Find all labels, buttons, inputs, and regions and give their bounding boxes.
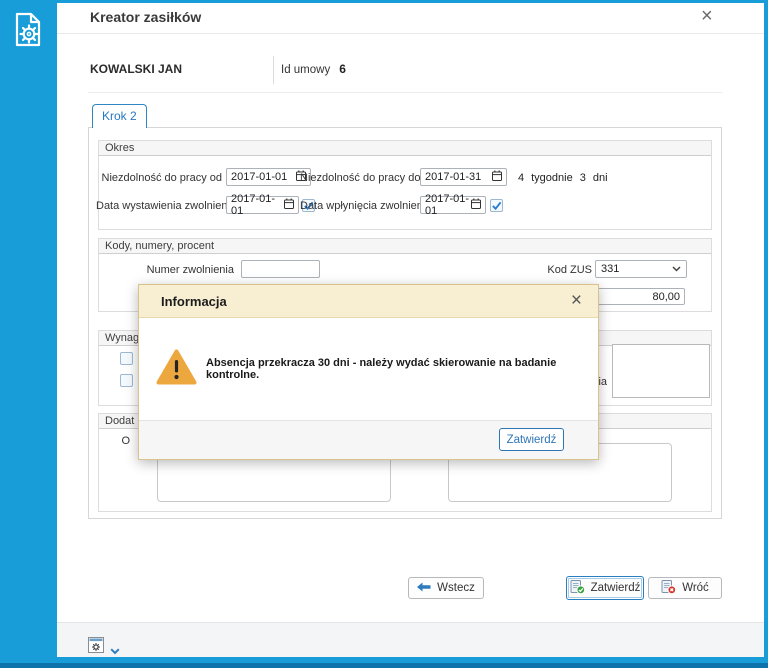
chevron-down-icon <box>672 263 681 275</box>
contract-id-label: Id umowy <box>281 64 330 76</box>
confirm-button-label: Zatwierdź <box>591 582 641 594</box>
warning-triangle-icon <box>156 349 197 391</box>
receipt-date-label: Data wpłynięcia zwolnienia <box>300 200 415 212</box>
page-title: Kreator zasiłków <box>90 9 201 25</box>
kod-zus-select[interactable]: 331 <box>595 260 687 278</box>
info-dialog-body: Absencja przekracza 30 dni - należy wyda… <box>139 318 598 420</box>
header-separator <box>88 92 722 93</box>
calendar-icon[interactable] <box>492 170 502 184</box>
incapacity-from-value: 2017-01-01 <box>231 171 287 183</box>
tab-krok-2[interactable]: Krok 2 <box>92 104 147 128</box>
arrow-left-icon <box>417 582 431 595</box>
chevron-down-icon[interactable] <box>110 642 120 660</box>
info-dialog: Informacja × Absencja przekracza 30 dni … <box>138 284 599 460</box>
window-border-top <box>0 0 768 3</box>
return-button-label: Wróć <box>682 582 709 594</box>
document-check-icon <box>570 579 585 597</box>
incapacity-to-value: 2017-01-31 <box>425 171 481 183</box>
fieldset-kody-legend: Kody, numery, procent <box>99 239 711 254</box>
issue-date-label: Data wystawienia zwolnienia <box>96 200 222 212</box>
fieldset-okres: Okres <box>98 140 712 230</box>
receipt-date-checkbox[interactable] <box>490 199 503 212</box>
duration-summary: 4 tygodnie 3 dni <box>518 172 608 184</box>
info-dialog-header: Informacja × <box>139 285 598 318</box>
issue-date-field[interactable]: 2017-01-01 <box>226 196 299 214</box>
contract-id: Id umowy 6 <box>281 62 346 76</box>
contract-id-value: 6 <box>339 62 346 76</box>
procent-input[interactable]: 80,00 <box>597 288 685 305</box>
duration-days-unit: dni <box>593 172 608 184</box>
info-dialog-message: Absencja przekracza 30 dni - należy wyda… <box>206 318 586 420</box>
issue-date-value: 2017-01-01 <box>231 193 284 217</box>
close-icon[interactable]: × <box>701 5 713 27</box>
back-button[interactable]: Wstecz <box>408 577 484 599</box>
info-dialog-close-icon[interactable]: × <box>571 290 582 312</box>
document-gear-icon <box>12 12 45 54</box>
return-button[interactable]: Wróć <box>648 577 722 599</box>
duration-days-value: 3 <box>580 172 586 184</box>
kod-zus-value: 331 <box>601 263 619 275</box>
calendar-icon[interactable] <box>284 198 294 212</box>
window-gear-icon[interactable] <box>88 637 104 658</box>
sidebar <box>0 0 57 663</box>
incapacity-from-label: Niezdolność do pracy od <box>96 172 222 184</box>
document-cancel-icon <box>661 579 676 597</box>
incapacity-to-label: Niezdolność do pracy do <box>300 172 415 184</box>
confirm-button[interactable]: Zatwierdź <box>566 576 644 600</box>
calendar-icon[interactable] <box>471 198 481 212</box>
info-dialog-confirm-button[interactable]: Zatwierdź <box>499 428 564 451</box>
wynagrodzenie-checkbox-1[interactable] <box>120 352 133 365</box>
receipt-date-field[interactable]: 2017-01-01 <box>420 196 486 214</box>
wynagrodzenie-checkbox-2[interactable] <box>120 374 133 387</box>
title-separator <box>57 33 764 34</box>
info-dialog-footer: Zatwierdź <box>139 420 598 459</box>
header-divider <box>273 56 274 84</box>
numer-zwolnienia-label: Numer zwolnienia <box>120 264 234 276</box>
incapacity-from-field[interactable]: 2017-01-01 <box>226 168 311 186</box>
duration-weeks-unit: tygodnie <box>531 172 573 184</box>
benefits-wizard-window: Kreator zasiłków × KOWALSKI JAN Id umowy… <box>0 0 768 668</box>
numer-zwolnienia-input[interactable] <box>241 260 320 278</box>
info-dialog-title: Informacja <box>161 294 227 309</box>
employee-name: KOWALSKI JAN <box>90 62 182 76</box>
back-button-label: Wstecz <box>437 582 475 594</box>
dodatkowe-label-fragment: O <box>118 435 130 447</box>
kod-zus-label: Kod ZUS <box>520 264 592 276</box>
window-border-bottom-dark <box>0 663 768 668</box>
window-border-right <box>764 0 768 668</box>
footer-bar <box>57 622 764 657</box>
wynagrodzenie-listbox[interactable] <box>612 344 710 398</box>
fieldset-okres-legend: Okres <box>99 141 711 156</box>
duration-weeks-value: 4 <box>518 172 524 184</box>
receipt-date-value: 2017-01-01 <box>425 193 471 217</box>
incapacity-to-field[interactable]: 2017-01-31 <box>420 168 507 186</box>
